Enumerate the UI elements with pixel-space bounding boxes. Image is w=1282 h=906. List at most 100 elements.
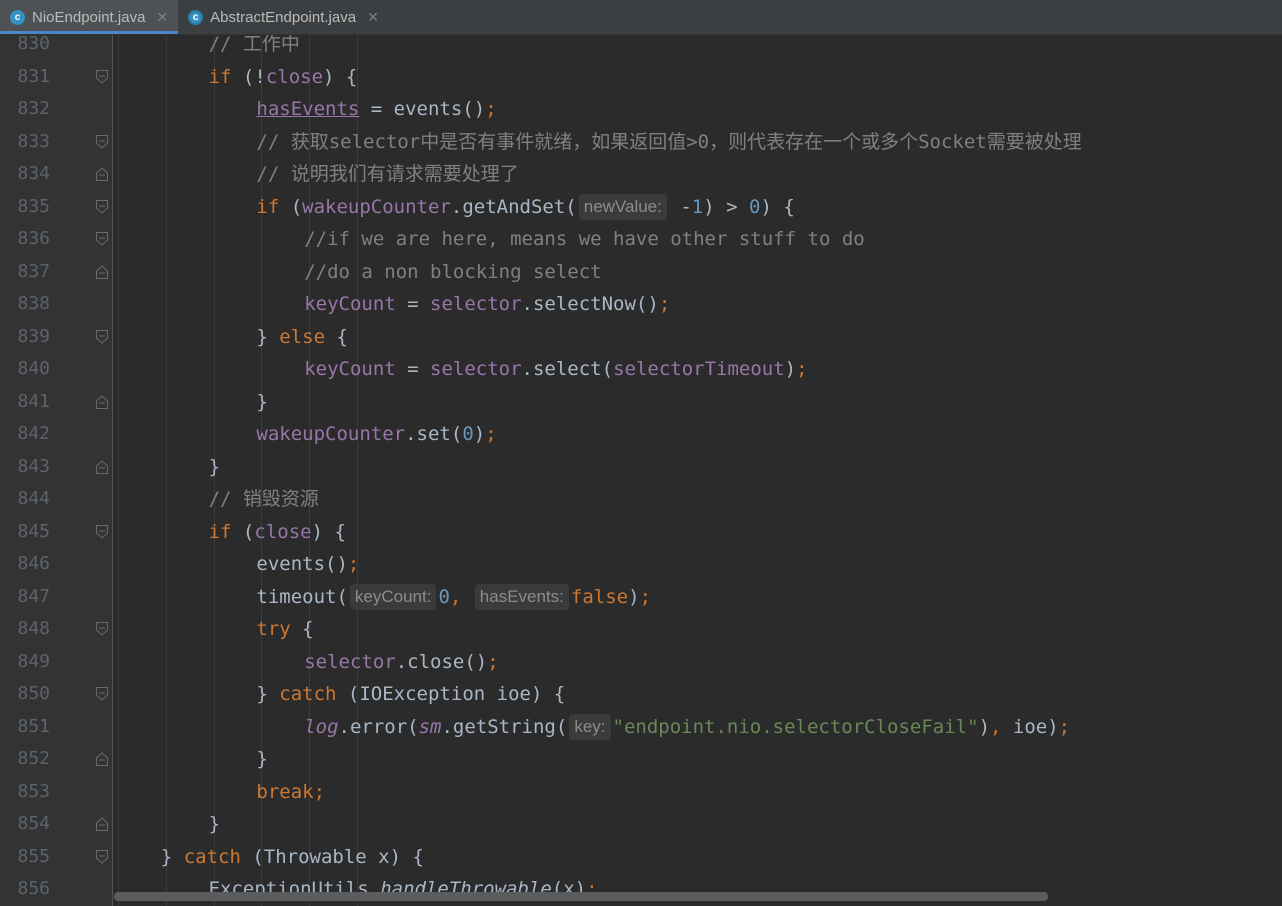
line-number: 831	[17, 65, 50, 87]
code-token: // 说明我们有请求需要处理了	[256, 163, 519, 185]
code-line[interactable]: 830 // 工作中	[0, 35, 1282, 60]
code-token: (IOException ioe) {	[336, 683, 566, 705]
code-token: close	[254, 520, 312, 543]
code-token: }	[256, 683, 280, 705]
code-token: .select(	[521, 358, 614, 380]
code-token: else	[279, 325, 326, 348]
code-token: .selectNow()	[521, 293, 659, 315]
code-token: ;	[485, 98, 497, 120]
fold-open-icon[interactable]	[96, 134, 108, 149]
code-token: ,	[990, 715, 1013, 738]
line-number: 854	[17, 813, 50, 834]
code-line[interactable]: 841}	[0, 386, 1282, 418]
code-token: if	[208, 520, 232, 543]
code-text: hasEvents = events();	[256, 93, 496, 125]
code-line[interactable]: 849 selector.close();	[0, 646, 1282, 678]
code-line[interactable]: 832 hasEvents = events();	[0, 93, 1282, 125]
code-token: ) {	[760, 195, 795, 218]
code-line[interactable]: 840 keyCount = selector.select(selectorTi…	[0, 353, 1282, 385]
code-token: ;	[796, 358, 808, 380]
code-line[interactable]: 846 events();	[0, 548, 1282, 580]
code-line[interactable]: 848 try {	[0, 613, 1282, 645]
code-token: false	[570, 585, 629, 608]
close-icon[interactable]: ✕	[367, 9, 379, 26]
code-line[interactable]: 845 if (close) {	[0, 516, 1282, 548]
code-token: selectorTimeout	[613, 358, 785, 380]
code-line[interactable]: 833 // 获取selector中是否有事件就绪，如果返回值>0，则代表存在一个…	[0, 126, 1282, 158]
line-number: 844	[17, 488, 50, 509]
code-text: } else {	[256, 321, 348, 353]
code-token: }	[160, 845, 184, 868]
code-text: } catch (Throwable x) {	[161, 841, 424, 873]
java-class-icon: c	[188, 9, 204, 25]
code-line[interactable]: 855} catch (Throwable x) {	[0, 841, 1282, 873]
horizontal-scrollbar[interactable]	[114, 892, 1048, 901]
code-line[interactable]: 838 keyCount = selector.selectNow();	[0, 288, 1282, 320]
code-line[interactable]: 842 wakeupCounter.set(0);	[0, 418, 1282, 450]
code-text: //if we are here, means we have other st…	[304, 223, 865, 255]
code-token: ;	[639, 585, 652, 608]
code-token: }	[256, 748, 268, 770]
code-token: selector	[430, 293, 522, 315]
fold-close-icon[interactable]	[96, 167, 108, 181]
fold-open-icon[interactable]	[96, 849, 108, 864]
line-number: 836	[17, 228, 50, 249]
code-line[interactable]: 852}	[0, 743, 1282, 775]
code-token: )	[628, 585, 640, 608]
fold-open-icon[interactable]	[96, 524, 108, 539]
code-text: keyCount = selector.selectNow();	[304, 288, 670, 320]
line-number: 843	[17, 455, 50, 477]
line-number: 852	[17, 748, 50, 769]
code-token: )	[978, 715, 991, 738]
fold-close-icon[interactable]	[96, 459, 108, 474]
code-token: .getString(	[441, 715, 568, 738]
tab-0[interactable]: c NioEndpoint.java ✕	[0, 0, 179, 34]
code-line[interactable]: 837 //do a non blocking select	[0, 256, 1282, 288]
code-token: timeout(	[256, 585, 348, 608]
line-number: 841	[17, 390, 50, 412]
fold-open-icon[interactable]	[96, 687, 108, 701]
code-line[interactable]: 839} else {	[0, 321, 1282, 353]
code-token: sm	[418, 715, 442, 738]
fold-open-icon[interactable]	[96, 329, 108, 344]
code-line[interactable]: 836 //if we are here, means we have other…	[0, 223, 1282, 255]
code-token: 0	[438, 585, 450, 608]
line-number: 850	[17, 683, 50, 704]
code-line[interactable]: 854}	[0, 808, 1282, 840]
code-line[interactable]: 844 // 销毁资源	[0, 483, 1282, 515]
line-number: 838	[17, 293, 50, 314]
parameter-hint: newValue:	[578, 193, 667, 220]
fold-open-icon[interactable]	[96, 232, 108, 246]
line-number: 846	[17, 553, 50, 574]
code-token: ) {	[311, 520, 346, 543]
fold-open-icon[interactable]	[96, 69, 108, 84]
code-token: selector	[430, 358, 522, 380]
code-line[interactable]: 835 if (wakeupCounter.getAndSet(newValue:…	[0, 191, 1282, 223]
code-text: events();	[256, 548, 359, 580]
code-token: ;	[347, 553, 360, 575]
code-token: =	[395, 293, 431, 315]
fold-close-icon[interactable]	[96, 752, 108, 766]
line-number: 845	[17, 520, 50, 542]
fold-open-icon[interactable]	[96, 622, 108, 636]
fold-close-icon[interactable]	[96, 817, 108, 831]
code-line[interactable]: 834 // 说明我们有请求需要处理了	[0, 158, 1282, 190]
code-line[interactable]: 843}	[0, 451, 1282, 483]
code-token: ) {	[323, 65, 358, 88]
code-line[interactable]: 847 timeout(keyCount: 0, hasEvents: false);	[0, 581, 1282, 613]
close-icon[interactable]: ✕	[156, 9, 168, 26]
code-line[interactable]: 851 log.error(sm.getString(key: "endpoint.…	[0, 711, 1282, 743]
code-token: .close()	[395, 650, 488, 673]
code-token: 1	[691, 195, 704, 218]
code-line[interactable]: 853 break;	[0, 776, 1282, 808]
tab-1[interactable]: c AbstractEndpoint.java ✕	[178, 0, 389, 34]
code-line[interactable]: 850} catch (IOException ioe) {	[0, 678, 1282, 710]
code-token: ) >	[703, 195, 749, 218]
code-line[interactable]: 831 if (!close) {	[0, 61, 1282, 93]
fold-close-icon[interactable]	[96, 394, 108, 409]
tab-label: AbstractEndpoint.java	[210, 8, 357, 26]
fold-open-icon[interactable]	[96, 199, 108, 214]
code-editor[interactable]: 830// 工作中 831 if (!close) {832 hasEvents = …	[0, 35, 1282, 906]
fold-close-icon[interactable]	[96, 264, 108, 279]
code-token: }	[256, 325, 280, 348]
